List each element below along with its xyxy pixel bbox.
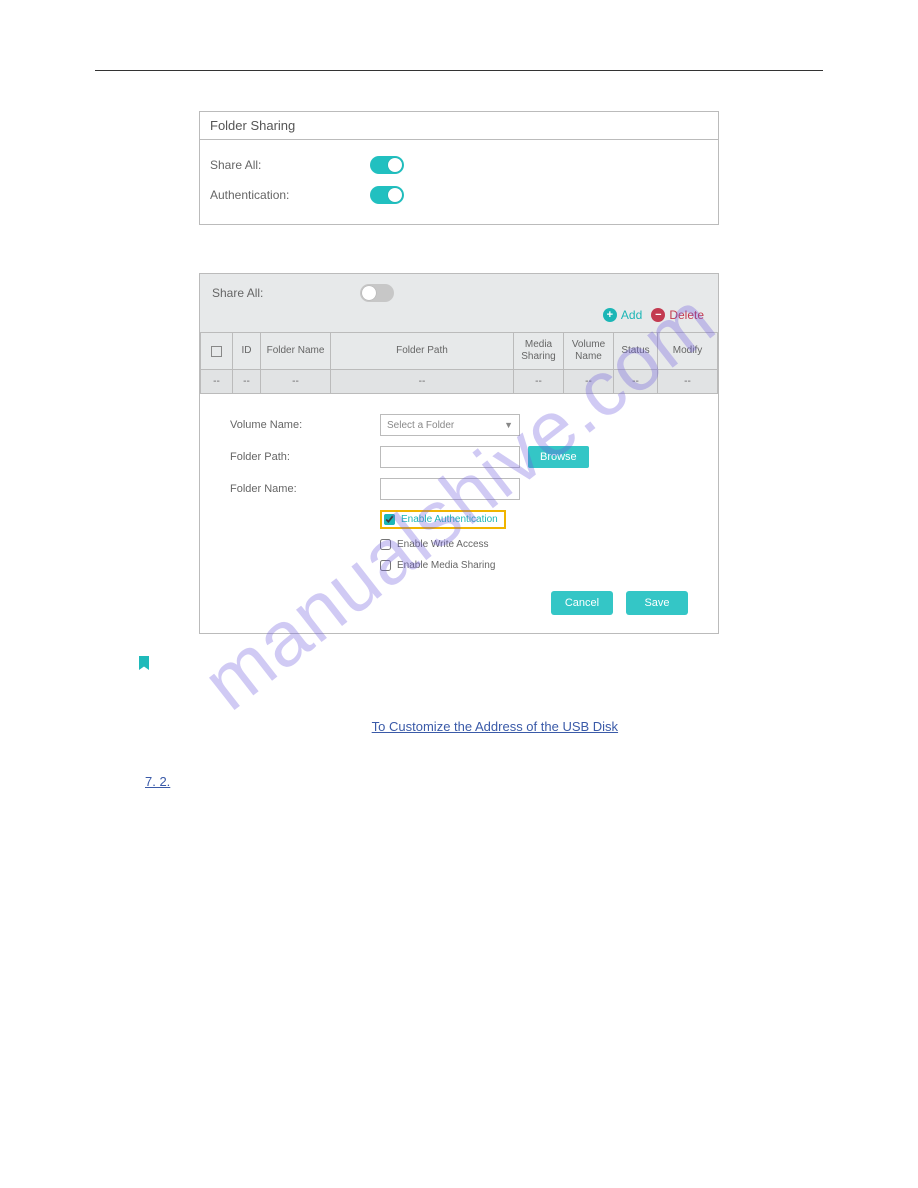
- col-id: ID: [233, 333, 261, 370]
- folder-path-input[interactable]: [380, 446, 520, 468]
- cancel-button[interactable]: Cancel: [551, 591, 613, 615]
- delete-button[interactable]: − Delete: [651, 308, 704, 322]
- minus-icon: −: [651, 308, 665, 322]
- share-all-toggle[interactable]: [370, 156, 404, 174]
- col-folder-path: Folder Path: [331, 333, 514, 370]
- folder-table: ID Folder Name Folder Path Media Sharing…: [200, 332, 718, 394]
- enable-authentication-label: Enable Authentication: [401, 514, 498, 525]
- note-link[interactable]: To Customize the Address of the USB Disk: [372, 719, 618, 734]
- section-7-2-num: 7. 2.: [145, 774, 170, 789]
- section-7-2-title: Media Sharing: [174, 774, 258, 789]
- authentication-label: Authentication:: [210, 188, 370, 202]
- section-7-2: 7. 2. Media Sharing: [145, 772, 773, 792]
- media-sharing-desc: Media Sharing allows you to view photos,…: [145, 800, 773, 839]
- browse-button[interactable]: Browse: [528, 446, 589, 468]
- col-volume-name: Volume Name: [564, 333, 614, 370]
- col-status: Status: [614, 333, 658, 370]
- folder-add-form: Volume Name: Select a Folder ▼ Folder Pa…: [200, 394, 718, 633]
- top-horizontal-rule: [95, 70, 823, 71]
- share-all-label-2: Share All:: [212, 286, 360, 300]
- enable-media-label: Enable Media Sharing: [397, 560, 495, 571]
- save-button[interactable]: Save: [626, 591, 688, 615]
- enable-write-label: Enable Write Access: [397, 539, 489, 550]
- add-button[interactable]: + Add: [603, 308, 642, 322]
- add-label: Add: [621, 308, 642, 322]
- note-text: Due to Windows credential mechanism, you…: [145, 678, 773, 737]
- enable-authentication-checkbox[interactable]: [384, 514, 395, 525]
- delete-label: Delete: [669, 308, 704, 322]
- bookmark-icon: [139, 656, 149, 670]
- enable-write-checkbox[interactable]: [380, 539, 391, 550]
- chevron-down-icon: ▼: [504, 420, 513, 430]
- step-2-text: 2 ) Enable Authentication to apply the s…: [145, 745, 773, 765]
- panel-title: Folder Sharing: [200, 112, 718, 140]
- volume-name-select[interactable]: Select a Folder ▼: [380, 414, 520, 436]
- folder-sharing-panel-table: Share All: + Add − Delete ID Folder Name: [199, 273, 719, 634]
- share-all-label: Share All:: [210, 158, 370, 172]
- note-row: Note:: [139, 654, 773, 670]
- col-folder-name: Folder Name: [261, 333, 331, 370]
- authentication-toggle[interactable]: [370, 186, 404, 204]
- note-label: Note:: [161, 654, 192, 669]
- page-number: 42: [95, 889, 823, 903]
- folder-path-label: Folder Path:: [230, 451, 380, 463]
- folder-name-input[interactable]: [380, 478, 520, 500]
- col-modify: Modify: [658, 333, 718, 370]
- enable-media-checkbox[interactable]: [380, 560, 391, 571]
- share-all-toggle-2[interactable]: [360, 284, 394, 302]
- plus-icon: +: [603, 308, 617, 322]
- volume-name-label: Volume Name:: [230, 419, 380, 431]
- select-all-checkbox[interactable]: [211, 346, 222, 357]
- folder-sharing-panel-enabled: Folder Sharing Share All: Authentication…: [199, 111, 719, 225]
- table-row: -- -- -- -- -- -- -- --: [201, 370, 718, 394]
- enable-write-row: Enable Write Access: [380, 539, 688, 550]
- col-media-sharing: Media Sharing: [514, 333, 564, 370]
- enable-media-row: Enable Media Sharing: [380, 560, 688, 571]
- enable-authentication-row: Enable Authentication: [380, 510, 506, 529]
- volume-name-placeholder: Select a Folder: [387, 420, 454, 431]
- folder-name-label: Folder Name:: [230, 483, 380, 495]
